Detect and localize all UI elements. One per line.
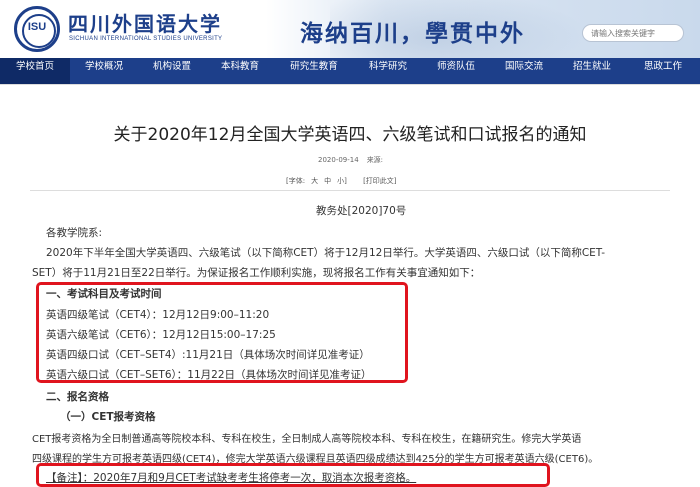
highlight-box-note [36, 463, 550, 487]
logo-text: ISU [27, 21, 47, 33]
section2-subheading: （一）CET报考资格 [60, 411, 156, 423]
nav-item-graduate[interactable]: 研究生教育 [274, 58, 354, 84]
header-slogan: 海纳百川，學贯中外 [300, 20, 525, 47]
nav-item-organization[interactable]: 机构设置 [138, 58, 206, 84]
university-name-en: SICHUAN INTERNATIONAL STUDIES UNIVERSITY [69, 36, 223, 42]
font-large-link[interactable]: 大 [311, 177, 318, 185]
nav-item-research[interactable]: 科学研究 [354, 58, 422, 84]
nav-divider [0, 84, 700, 85]
university-name[interactable]: 四川外国语大学 [68, 8, 222, 37]
search-input[interactable]: 请输入搜索关键字 [582, 24, 684, 42]
page-title: 关于2020年12月全国大学英语四、六级笔试和口试报名的通知 [113, 125, 587, 145]
site-header: ISU 四川外国语大学 SICHUAN INTERNATIONAL STUDIE… [0, 0, 700, 58]
article-tools: [字体: 大中小] [打印此文] [286, 176, 403, 186]
intro-line-1: 2020年下半年全国大学英语四、六级笔试（以下简称CET）将于12月12日举行。… [46, 247, 606, 259]
meta-divider [30, 190, 670, 191]
publish-date: 2020-09-14 [318, 156, 359, 164]
eligibility-line-1: CET报考资格为全日制普通高等院校本科、专科在校生，全日制成人高等院校本科、专科… [32, 434, 582, 445]
university-logo-icon[interactable]: ISU [14, 6, 60, 52]
salutation: 各教学院系: [46, 227, 103, 239]
main-nav: 学校首页 学校概况 机构设置 本科教育 研究生教育 科学研究 师资队伍 国际交流… [0, 58, 700, 84]
section2-heading: 二、报名资格 [46, 391, 109, 403]
nav-item-admissions[interactable]: 招生就业 [558, 58, 626, 84]
intro-line-2: SET）将于11月21日至22日举行。为保证报名工作顺利实施，现将报名工作有关事… [32, 267, 481, 279]
nav-item-undergraduate[interactable]: 本科教育 [206, 58, 274, 84]
font-medium-link[interactable]: 中 [324, 177, 331, 185]
nav-item-faculty[interactable]: 师资队伍 [422, 58, 490, 84]
source-label: 来源: [366, 156, 384, 164]
print-link[interactable]: [打印此文] [363, 177, 396, 185]
font-small-link[interactable]: 小] [337, 177, 347, 185]
article-meta: 2020-09-14 来源: [318, 155, 383, 165]
nav-item-overview[interactable]: 学校概况 [70, 58, 138, 84]
nav-item-ideology[interactable]: 思政工作 [626, 58, 700, 84]
nav-item-international[interactable]: 国际交流 [490, 58, 558, 84]
font-size-label: [字体: [286, 177, 306, 185]
highlight-box-exam-times [36, 282, 408, 383]
nav-item-home[interactable]: 学校首页 [0, 58, 70, 84]
document-number: 教务处[2020]70号 [316, 205, 407, 217]
